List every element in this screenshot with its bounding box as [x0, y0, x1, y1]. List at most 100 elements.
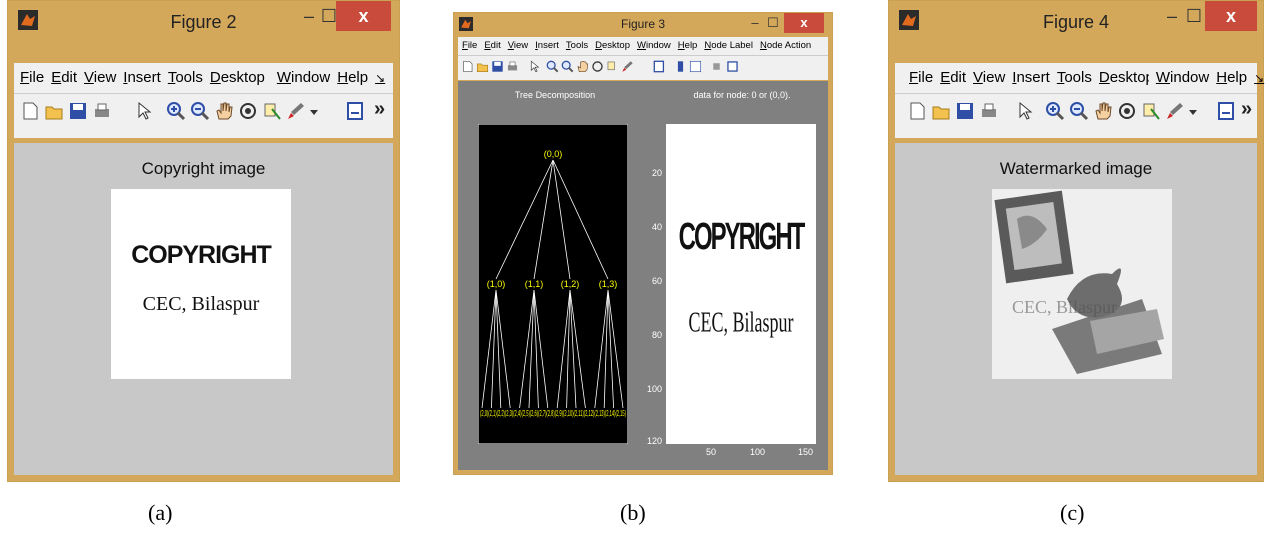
maximize-button[interactable]: ☐: [762, 13, 784, 33]
tree-node-1-0[interactable]: (1,0): [487, 279, 506, 289]
menu-file[interactable]: File: [462, 37, 477, 55]
zoom-out-icon[interactable]: [561, 60, 574, 73]
menu-tools[interactable]: Tools: [1057, 63, 1092, 93]
title-bar[interactable]: Figure 4 – ☐ x: [889, 1, 1263, 41]
tree-node-root[interactable]: (0,0): [544, 149, 563, 159]
menu-view[interactable]: View: [973, 63, 1005, 93]
toolbar-overflow-icon[interactable]: »: [374, 98, 385, 121]
open-file-icon[interactable]: [931, 101, 951, 121]
toolbar-overflow-icon[interactable]: »: [1241, 98, 1252, 121]
show-tools-icon[interactable]: [726, 60, 739, 73]
hide-tools-icon[interactable]: [710, 60, 723, 73]
link-plot-icon[interactable]: [653, 60, 666, 73]
image-text-top: COPYRIGHT: [678, 215, 806, 259]
menu-desktop[interactable]: Desktop: [595, 37, 630, 55]
title-bar[interactable]: Figure 3 – ☐ x: [454, 13, 832, 37]
pointer-icon[interactable]: [528, 60, 541, 73]
zoom-in-icon[interactable]: [1045, 101, 1065, 121]
data-cursor-icon[interactable]: [1141, 101, 1161, 121]
zoom-out-icon[interactable]: [1069, 101, 1089, 121]
save-icon[interactable]: [955, 101, 975, 121]
pointer-icon[interactable]: [134, 101, 154, 121]
open-file-icon[interactable]: [476, 60, 489, 73]
menu-insert[interactable]: Insert: [123, 63, 161, 93]
menu-edit[interactable]: Edit: [484, 37, 500, 55]
print-icon[interactable]: [92, 101, 112, 121]
menu-window[interactable]: Window: [1156, 63, 1209, 93]
brush-icon[interactable]: [621, 60, 634, 73]
close-button[interactable]: x: [1205, 1, 1257, 31]
x-axis-ticks: 50 100 150: [666, 447, 816, 461]
x-tick: 150: [798, 447, 814, 457]
print-icon[interactable]: [506, 60, 519, 73]
menu-overflow-icon[interactable]: ↘: [1254, 63, 1264, 93]
menu-edit[interactable]: Edit: [940, 63, 966, 93]
rotate-3d-icon[interactable]: [238, 101, 258, 121]
link-plot-icon[interactable]: [1217, 101, 1237, 121]
zoom-out-icon[interactable]: [190, 101, 210, 121]
menu-desktop[interactable]: Desktop: [210, 63, 270, 93]
new-figure-icon[interactable]: [907, 101, 927, 121]
watermarked-image: CEC, Bilaspur: [992, 189, 1172, 379]
menu-view[interactable]: View: [84, 63, 116, 93]
menu-help[interactable]: Help: [1216, 63, 1247, 93]
tree-node-1-3[interactable]: (1,3): [599, 279, 618, 289]
menu-file[interactable]: File: [20, 63, 44, 93]
menu-help[interactable]: Help: [337, 63, 368, 93]
menu-view[interactable]: View: [508, 37, 528, 55]
dropdown-arrow-icon[interactable]: [308, 101, 320, 121]
plot-title: Watermarked image: [999, 159, 1153, 178]
y-axis-ticks: 20 40 60 80 100 120: [638, 124, 662, 446]
menu-node-action[interactable]: Node Action: [760, 37, 811, 55]
legend-icon[interactable]: [689, 60, 702, 73]
menu-tools[interactable]: Tools: [566, 37, 588, 55]
data-cursor-icon[interactable]: [262, 101, 282, 121]
tree-node-1-1[interactable]: (1,1): [525, 279, 544, 289]
copyright-image: COPYRIGHT CEC, Bilaspur: [111, 189, 291, 379]
menu-overflow-icon[interactable]: ↘: [375, 63, 385, 93]
zoom-in-icon[interactable]: [546, 60, 559, 73]
open-file-icon[interactable]: [44, 101, 64, 121]
new-figure-icon[interactable]: [20, 101, 40, 121]
menu-desktop[interactable]: Desktop: [1099, 63, 1149, 93]
brush-icon[interactable]: [1165, 101, 1185, 121]
pan-hand-icon[interactable]: [576, 60, 589, 73]
menu-node-label[interactable]: Node Label: [704, 37, 753, 55]
close-button[interactable]: x: [336, 1, 391, 31]
brush-icon[interactable]: [286, 101, 306, 121]
figure-toolbar: [458, 55, 828, 80]
image-text-bottom: CEC, Bilaspur: [688, 305, 794, 338]
menu-window[interactable]: Window: [277, 63, 330, 93]
menu-file[interactable]: File: [909, 63, 933, 93]
tree-node-1-2[interactable]: (1,2): [561, 279, 580, 289]
menu-tools[interactable]: Tools: [168, 63, 203, 93]
pointer-icon[interactable]: [1015, 101, 1035, 121]
dropdown-arrow-icon[interactable]: [1187, 101, 1199, 121]
pan-hand-icon[interactable]: [1093, 101, 1113, 121]
new-figure-icon[interactable]: [461, 60, 474, 73]
data-title: data for node: 0 or (0,0).: [693, 90, 791, 100]
menu-edit[interactable]: Edit: [51, 63, 77, 93]
menu-insert[interactable]: Insert: [535, 37, 559, 55]
tree-leaf-nodes[interactable]: (2,0)(2,1)(2,2)(2,3)(2,4)(2,5)(2,6)(2,7)…: [480, 409, 626, 418]
close-button[interactable]: x: [784, 13, 824, 33]
figure-3-window: Figure 3 – ☐ x File Edit View Insert Tools De…: [453, 12, 833, 475]
menu-window[interactable]: Window: [637, 37, 671, 55]
pan-hand-icon[interactable]: [214, 101, 234, 121]
data-cursor-icon[interactable]: [606, 60, 619, 73]
zoom-in-icon[interactable]: [166, 101, 186, 121]
save-icon[interactable]: [68, 101, 88, 121]
plot-title: Copyright image: [141, 159, 266, 178]
y-tick: 80: [651, 330, 662, 340]
link-plot-icon[interactable]: [346, 101, 366, 121]
colorbar-icon[interactable]: [674, 60, 687, 73]
menu-insert[interactable]: Insert: [1012, 63, 1050, 93]
save-icon[interactable]: [491, 60, 504, 73]
figure-toolbar: »: [895, 93, 1257, 138]
rotate-3d-icon[interactable]: [1117, 101, 1137, 121]
menu-help[interactable]: Help: [678, 37, 698, 55]
figure-4-window: Figure 4 – ☐ x File Edit View Insert Tools De…: [888, 0, 1264, 482]
rotate-3d-icon[interactable]: [591, 60, 604, 73]
print-icon[interactable]: [979, 101, 999, 121]
title-bar[interactable]: Figure 2 – ☐ x: [8, 1, 399, 41]
